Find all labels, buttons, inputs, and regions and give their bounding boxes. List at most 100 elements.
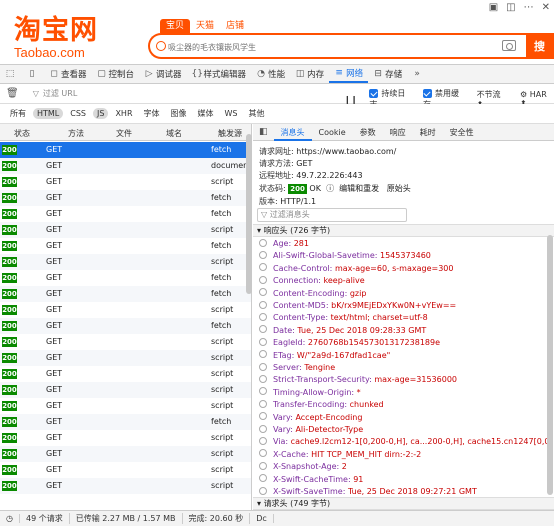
dock-icon[interactable]: ▣ bbox=[489, 2, 498, 13]
type-filter-4[interactable]: XHR bbox=[111, 108, 136, 119]
request-scrollbar[interactable] bbox=[246, 134, 252, 294]
col-cause[interactable]: 触发源 bbox=[218, 128, 242, 139]
type-filter-5[interactable]: 字体 bbox=[140, 107, 164, 120]
help-icon[interactable] bbox=[259, 461, 267, 470]
table-row[interactable]: 200GET/ali...g.alicdn.comfetch bbox=[0, 286, 251, 302]
devtools-tool-style-editor[interactable]: {} 样式编辑器 bbox=[187, 65, 252, 83]
camera-icon[interactable] bbox=[502, 40, 516, 51]
table-row[interactable]: 200GET/??...g.alicdn.comscript bbox=[0, 222, 251, 238]
help-icon[interactable] bbox=[259, 424, 267, 433]
help-icon[interactable] bbox=[259, 436, 267, 445]
help-icon[interactable] bbox=[259, 399, 267, 408]
table-row[interactable]: 200GET/www.taobao.c...documen bbox=[0, 158, 251, 174]
detail-tab-0[interactable]: 消息头 bbox=[273, 124, 312, 141]
table-row[interactable]: 200GET/ali...g.alicdn.comfetch bbox=[0, 318, 251, 334]
table-row[interactable]: 200GET/kg...g.alicdn.comscript bbox=[0, 462, 251, 478]
type-filter-0[interactable]: 所有 bbox=[6, 107, 30, 120]
help-icon[interactable] bbox=[259, 288, 267, 297]
tab-baobei[interactable]: 宝贝 bbox=[160, 19, 191, 33]
type-filter-9[interactable]: 其他 bbox=[245, 107, 269, 120]
col-file[interactable]: 文件 bbox=[116, 128, 132, 139]
type-filter-2[interactable]: CSS bbox=[66, 108, 90, 119]
filter-url-input[interactable]: ▽ 过滤 URL bbox=[33, 88, 333, 99]
detail-tab-1[interactable]: Cookie bbox=[312, 124, 353, 141]
help-icon[interactable] bbox=[259, 263, 267, 272]
detail-tab-3[interactable]: 响应 bbox=[383, 124, 413, 141]
help-icon[interactable] bbox=[259, 325, 267, 334]
table-row[interactable]: 200GET/kg...g.alicdn.comfetch bbox=[0, 414, 251, 430]
table-row[interactable]: 200GET/?n...textlink.simb...script bbox=[0, 302, 251, 318]
panel-toggle-icon[interactable]: ◧ bbox=[253, 127, 274, 137]
type-filter-7[interactable]: 媒体 bbox=[194, 107, 218, 120]
devtools-tool-more-tools[interactable]: » bbox=[407, 65, 429, 83]
raw-headers-toggle[interactable]: 原始头 bbox=[387, 184, 411, 193]
devtools-tool-performance[interactable]: ◔ 性能 bbox=[251, 65, 290, 83]
table-row[interactable]: 200GETex...ecpm.tanx.c...script bbox=[0, 398, 251, 414]
help-icon[interactable] bbox=[259, 412, 267, 421]
type-filter-3[interactable]: JS bbox=[93, 108, 109, 119]
trash-icon[interactable]: 🗑 bbox=[6, 88, 19, 99]
tab-tmall[interactable]: 天猫 bbox=[190, 19, 220, 33]
response-headers-section[interactable]: ▾ 响应头 (726 字节) bbox=[253, 224, 554, 237]
search-input[interactable] bbox=[168, 39, 488, 55]
help-icon[interactable] bbox=[259, 250, 267, 259]
help-icon[interactable] bbox=[259, 474, 267, 483]
table-row[interactable]: 200GETind...g.alicdn.comscript bbox=[0, 382, 251, 398]
help-icon[interactable] bbox=[259, 337, 267, 346]
help-icon[interactable] bbox=[259, 362, 267, 371]
detail-tab-5[interactable]: 安全性 bbox=[443, 124, 481, 141]
table-row[interactable]: 200GET/kg...g.alicdn.comscript bbox=[0, 430, 251, 446]
help-icon[interactable] bbox=[259, 486, 267, 495]
help-icon[interactable] bbox=[259, 275, 267, 284]
table-row[interactable]: 200GET/??...g.alicdn.comscript bbox=[0, 254, 251, 270]
table-row[interactable]: 200GET/kg...g.alicdn.comscript bbox=[0, 446, 251, 462]
table-row[interactable]: 200GET/??...g.alicdn.comfetch bbox=[0, 190, 251, 206]
help-icon[interactable] bbox=[259, 300, 267, 309]
tab-shop[interactable]: 店铺 bbox=[220, 19, 250, 33]
help-icon[interactable] bbox=[259, 312, 267, 321]
table-row[interactable]: 200GETdat...tce.taobao.c...script bbox=[0, 366, 251, 382]
detail-tab-4[interactable]: 耗时 bbox=[413, 124, 443, 141]
devtools-tool-elements[interactable]: ◻ 查看器 bbox=[44, 65, 92, 83]
type-filter-6[interactable]: 图像 bbox=[167, 107, 191, 120]
devtools-tool-debugger[interactable]: ▷ 调试器 bbox=[139, 65, 187, 83]
table-row[interactable]: 200GET/kg...g.alicdn.comscript bbox=[0, 478, 251, 494]
table-row[interactable]: 200GET/??...g.alicdn.comfetch bbox=[0, 270, 251, 286]
help-icon[interactable] bbox=[259, 350, 267, 359]
table-row[interactable]: 200GETind...g.alicdn.comscript bbox=[0, 350, 251, 366]
col-method[interactable]: 方法 bbox=[68, 128, 84, 139]
col-domain[interactable]: 域名 bbox=[166, 128, 182, 139]
table-row[interactable]: 200GET/www.taobao...fetch bbox=[0, 142, 251, 158]
devtools-tool-memory[interactable]: ◫ 内存 bbox=[290, 65, 329, 83]
help-icon[interactable] bbox=[259, 449, 267, 458]
menu-icon[interactable]: ⋯ bbox=[524, 2, 534, 13]
devtools-tool-network[interactable]: ≡ 网络 bbox=[329, 65, 369, 83]
pause-icon[interactable]: ❙❙ bbox=[344, 95, 357, 104]
type-filter-8[interactable]: WS bbox=[221, 108, 242, 119]
detail-tab-2[interactable]: 参数 bbox=[353, 124, 383, 141]
help-icon[interactable]: ⓘ bbox=[326, 184, 334, 193]
help-icon[interactable] bbox=[259, 238, 267, 247]
table-row[interactable]: 200GET/??...g.alicdn.comfetch bbox=[0, 206, 251, 222]
header-filter-input[interactable]: ▽ 过滤消息头 bbox=[257, 208, 407, 222]
type-filter-1[interactable]: HTML bbox=[33, 108, 64, 119]
split-icon[interactable]: ◫ bbox=[506, 2, 515, 13]
table-row[interactable]: 200GETapl...g.alicdn.comscript bbox=[0, 174, 251, 190]
table-row[interactable]: 200GETapl...g.alicdn.comfetch bbox=[0, 238, 251, 254]
table-row[interactable]: 200GETco...count.taoba...script bbox=[0, 334, 251, 350]
taobao-logo[interactable]: 淘宝网 bbox=[14, 16, 98, 46]
devtools-tool-device[interactable]: ▯ bbox=[22, 65, 44, 83]
request-headers-section[interactable]: ▾ 请求头 (749 字节) bbox=[253, 497, 554, 510]
edit-resend-button[interactable]: 编辑和重发 bbox=[339, 184, 379, 193]
close-icon[interactable]: ✕ bbox=[542, 2, 550, 13]
col-status[interactable]: 状态 bbox=[14, 128, 30, 139]
help-icon[interactable] bbox=[259, 387, 267, 396]
search-button[interactable]: 搜 bbox=[526, 33, 554, 59]
devtools-tool-console[interactable]: ▢ 控制台 bbox=[92, 65, 140, 83]
elements-icon: ◻ bbox=[50, 69, 58, 79]
detail-scrollbar[interactable] bbox=[547, 235, 553, 495]
devtools-tool-cursor[interactable]: ⬚ bbox=[0, 65, 22, 83]
help-icon[interactable] bbox=[259, 374, 267, 383]
devtools-tool-storage[interactable]: ⊟ 存储 bbox=[368, 65, 407, 83]
taobao-logo-en[interactable]: Taobao.com bbox=[14, 46, 85, 60]
